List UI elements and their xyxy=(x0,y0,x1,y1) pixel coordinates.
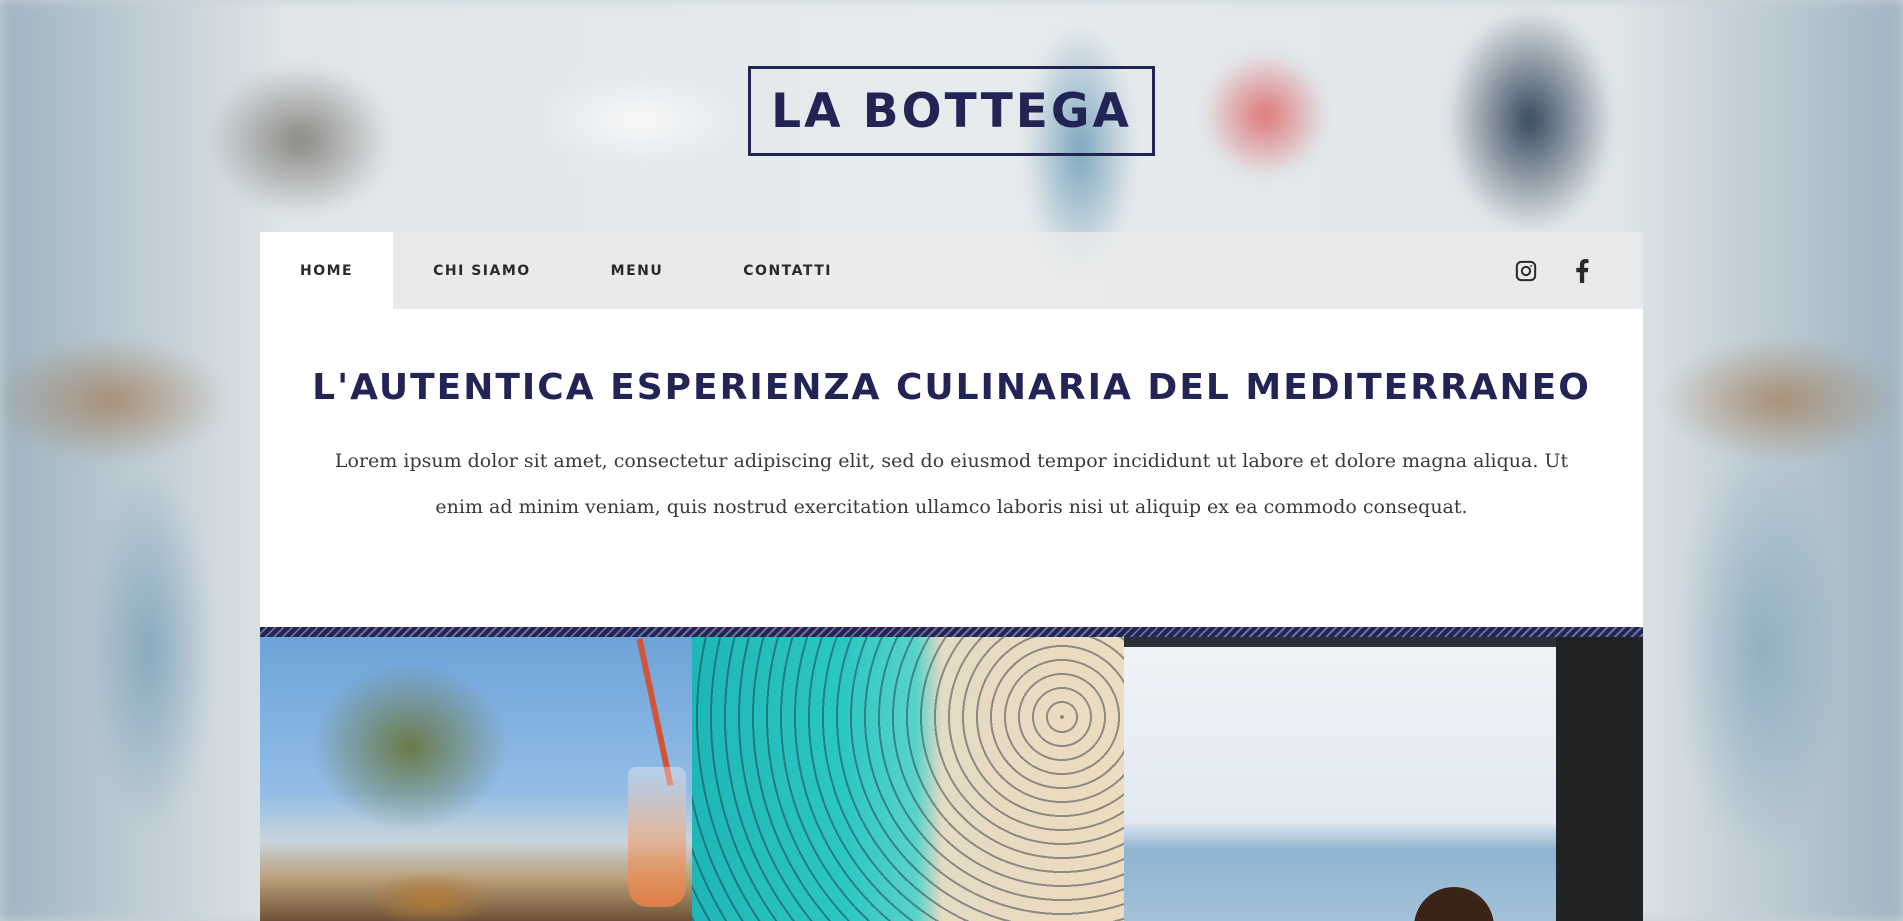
nav-item-contatti[interactable]: CONTATTI xyxy=(703,232,872,309)
nav-item-chi-siamo[interactable]: CHI SIAMO xyxy=(393,232,571,309)
gallery-image-sea-view[interactable] xyxy=(1124,637,1556,921)
logo[interactable]: LA BOTTEGA xyxy=(748,66,1155,156)
photo-gallery xyxy=(260,637,1643,921)
intro-section: L'AUTENTICA ESPERIENZA CULINARIA DEL MED… xyxy=(260,309,1643,627)
gallery-image-aerial-beach[interactable] xyxy=(692,637,1124,921)
social-links xyxy=(1513,258,1643,284)
gallery-image-beach-aperitivo[interactable] xyxy=(260,637,692,921)
nav-item-home[interactable]: HOME xyxy=(260,232,394,309)
page-title: L'AUTENTICA ESPERIENZA CULINARIA DEL MED… xyxy=(312,367,1591,408)
nav-item-menu[interactable]: MENU xyxy=(571,232,704,309)
main-nav: HOME CHI SIAMO MENU CONTATTI xyxy=(260,232,1643,309)
gallery-image-partial[interactable] xyxy=(1556,637,1643,921)
logo-text: LA BOTTEGA xyxy=(771,83,1132,139)
facebook-icon[interactable] xyxy=(1569,258,1595,284)
instagram-icon[interactable] xyxy=(1513,258,1539,284)
decorative-stripe xyxy=(260,627,1643,637)
intro-text: Lorem ipsum dolor sit amet, consectetur … xyxy=(334,450,1569,518)
